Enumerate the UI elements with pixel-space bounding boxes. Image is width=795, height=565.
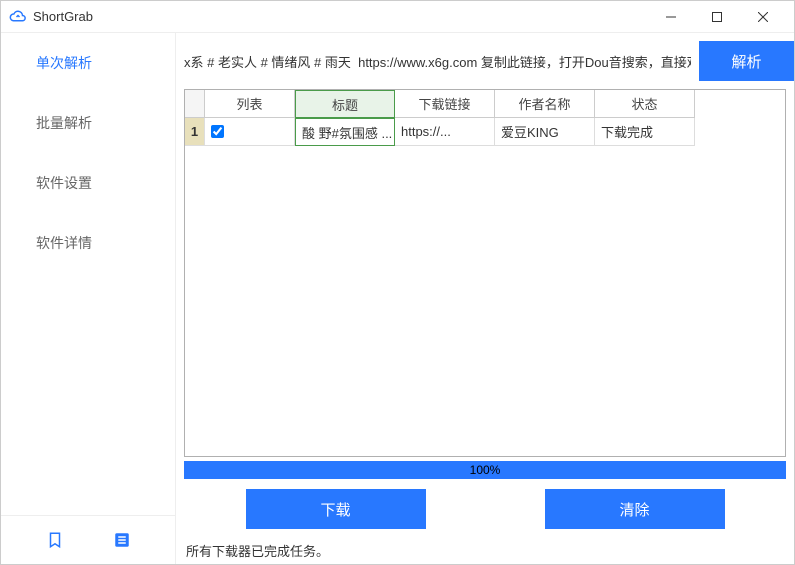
sidebar: 单次解析 批量解析 软件设置 软件详情: [1, 33, 176, 564]
download-button[interactable]: 下载: [246, 489, 426, 529]
col-status[interactable]: 状态: [595, 90, 695, 118]
input-row: 解析: [176, 33, 794, 89]
col-rownum: [185, 90, 205, 118]
row-checkbox[interactable]: [211, 125, 224, 138]
sidebar-item-label: 软件设置: [36, 173, 92, 193]
col-list[interactable]: 列表: [205, 90, 295, 118]
app-title: ShortGrab: [33, 9, 93, 24]
cell-checkbox[interactable]: [205, 118, 295, 146]
list-icon[interactable]: [110, 528, 134, 552]
sidebar-item-about[interactable]: 软件详情: [1, 213, 175, 273]
cloud-refresh-icon: [9, 8, 27, 26]
col-link[interactable]: 下载链接: [395, 90, 495, 118]
table-header: 列表 标题 下载链接 作者名称 状态: [185, 90, 785, 118]
sidebar-item-label: 软件详情: [36, 233, 92, 253]
cell-link[interactable]: https://...: [395, 118, 495, 146]
clear-button[interactable]: 清除: [545, 489, 725, 529]
action-buttons: 下载 清除: [176, 479, 794, 539]
sidebar-item-single-parse[interactable]: 单次解析: [1, 33, 175, 93]
results-table: 列表 标题 下载链接 作者名称 状态 1 酸 野#氛围感 ... https:/…: [184, 89, 786, 457]
app-logo: ShortGrab: [9, 8, 93, 26]
status-bar: 所有下载器已完成任务。: [176, 539, 794, 564]
close-button[interactable]: [740, 1, 786, 33]
progress-text: 100%: [184, 461, 786, 479]
maximize-button[interactable]: [694, 1, 740, 33]
table-row[interactable]: 1 酸 野#氛围感 ... https://... 爱豆KING 下载完成: [185, 118, 785, 146]
sidebar-item-label: 批量解析: [36, 113, 92, 133]
url-input[interactable]: [184, 41, 691, 81]
cell-title[interactable]: 酸 野#氛围感 ...: [295, 118, 395, 146]
sidebar-item-settings[interactable]: 软件设置: [1, 153, 175, 213]
col-author[interactable]: 作者名称: [495, 90, 595, 118]
titlebar: ShortGrab: [1, 1, 794, 33]
sidebar-item-batch-parse[interactable]: 批量解析: [1, 93, 175, 153]
cell-status: 下载完成: [595, 118, 695, 146]
col-title[interactable]: 标题: [295, 90, 395, 118]
minimize-button[interactable]: [648, 1, 694, 33]
cell-rownum: 1: [185, 118, 205, 146]
window-controls: [648, 1, 786, 33]
sidebar-footer: [1, 515, 175, 564]
bookmark-icon[interactable]: [43, 528, 67, 552]
cell-author: 爱豆KING: [495, 118, 595, 146]
progress-bar: 100%: [184, 461, 786, 479]
parse-button[interactable]: 解析: [699, 41, 794, 81]
content-area: 解析 列表 标题 下载链接 作者名称 状态 1 酸 野#氛围感 ... http…: [176, 33, 794, 564]
sidebar-item-label: 单次解析: [36, 53, 92, 73]
